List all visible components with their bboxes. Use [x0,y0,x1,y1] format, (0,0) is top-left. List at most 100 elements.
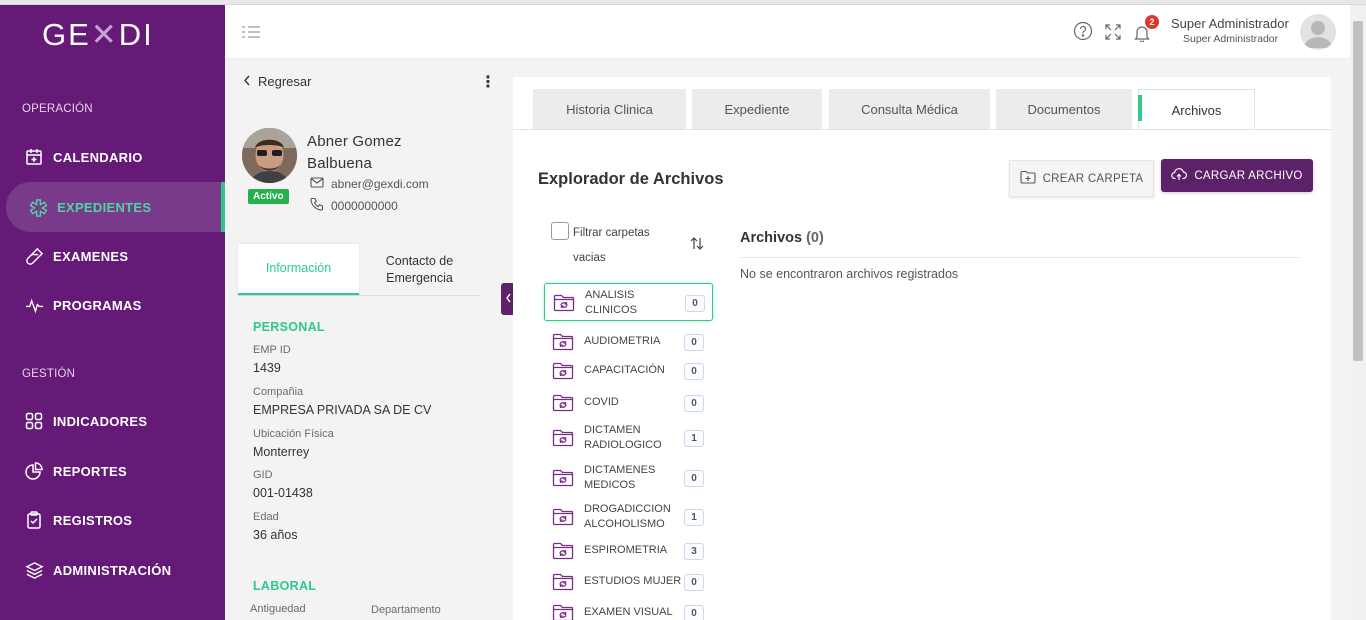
folder-name: ESPIROMETRIA [584,544,668,556]
field-value-emp-id: 1439 [253,361,281,375]
folder-icon [552,429,574,452]
folder-name: ANALISIS CLINICOS [585,289,637,316]
sort-icon[interactable] [690,237,704,255]
calendar-icon [24,147,44,167]
folder-count-badge: 0 [684,470,704,487]
folder-count-badge: 0 [684,395,704,412]
patient-email: abner@gexdi.com [310,177,429,191]
more-options-icon[interactable]: ⋮ [480,72,496,92]
scrollbar-thumb[interactable] [1353,21,1363,361]
field-value-compania: EMPRESA PRIVADA SA DE CV [253,403,432,417]
patient-photo [242,128,297,183]
create-folder-label: CREAR CARPETA [1042,172,1144,185]
sidebar-item-reportes[interactable]: REPORTES [0,446,225,496]
folder-name: DICTAMENES MEDICOS [584,464,656,491]
folder-count-badge: 0 [685,295,705,312]
sidebar-item-expedientes[interactable]: EXPEDIENTES [6,182,225,232]
tab-expediente[interactable]: Expediente [692,89,822,129]
filter-empty-folders-checkbox[interactable] [551,222,569,240]
fullscreen-icon[interactable] [1105,24,1121,45]
files-title-text: Archivos [740,230,803,246]
back-button[interactable]: Regresar [243,74,311,89]
folder-count-badge: 1 [684,509,704,526]
tab-historia-clinica[interactable]: Historia Clinica [533,89,686,129]
create-folder-button[interactable]: CREAR CARPETA [1009,160,1154,197]
folder-icon [552,333,574,356]
folder-name: CAPACITACIÓN [584,364,665,376]
user-role: Super Administrador [1183,33,1279,45]
tab-archivos[interactable]: Archivos [1138,89,1255,130]
folder-count-badge: 0 [684,334,704,351]
sidebar-item-label: ADMINISTRACIÓN [53,562,172,578]
sidebar-item-administracion[interactable]: ADMINISTRACIÓN [0,545,225,595]
clipboard-icon [24,510,44,530]
folder-icon [553,294,575,317]
grid-icon [24,411,44,431]
main-card: Historia Clinica Expediente Consulta Méd… [513,77,1331,620]
folder-icon [552,542,574,565]
sidebar-item-label: PROGRAMAS [53,297,142,313]
sidebar-item-label: REGISTROS [53,512,133,528]
back-label: Regresar [258,74,312,89]
folder-count-badge: 0 [684,363,704,380]
filter-empty-folders-label: Filtrar carpetas vacias [573,227,650,264]
folder-item[interactable]: DICTAMEN RADIOLOGICO 1 [544,420,713,456]
folder-item[interactable]: CAPACITACIÓN 0 [544,359,713,383]
help-icon[interactable] [1073,21,1093,46]
menu-toggle-icon[interactable] [242,25,260,39]
sidebar-item-label: REPORTES [53,463,127,479]
folder-item[interactable]: COVID 0 [544,391,713,415]
folder-name: COVID [584,396,619,408]
sidebar-item-programas[interactable]: PROGRAMAS [0,280,225,330]
sidebar-item-label: CALENDARIO [53,149,143,165]
app-logo[interactable]: GE✕DI [42,17,154,53]
tab-informacion[interactable]: Información [238,244,359,295]
folder-item[interactable]: EXAMEN VISUAL 0 [544,601,713,620]
section-title-personal: PERSONAL [253,320,325,334]
folder-item[interactable]: DROGADICCION ALCOHOLISMO 1 [544,499,713,535]
folder-item[interactable]: ESPIROMETRIA 3 [544,539,713,563]
cloud-upload-icon [1171,167,1194,184]
sidebar-item-indicadores[interactable]: INDICADORES [0,396,225,446]
folder-name: DICTAMEN RADIOLOGICO [584,424,662,451]
folder-name: DROGADICCION ALCOHOLISMO [584,503,671,530]
files-count: (0) [806,230,824,246]
user-avatar[interactable] [1300,14,1336,50]
section-label-operacion: OPERACIÓN [22,103,93,115]
upload-file-label: CARGAR ARCHIVO [1194,169,1303,182]
folder-item[interactable]: ESTUDIOS MUJER 0 [544,570,713,594]
flask-icon [24,246,44,266]
folder-item[interactable]: DICTAMENES MEDICOS 0 [544,460,713,496]
patient-name: Abner Gomez Balbuena [307,133,402,172]
tab-documentos[interactable]: Documentos [996,89,1132,129]
files-title: Archivos (0) [740,230,824,246]
notification-badge: 2 [1145,15,1159,29]
sidebar-item-registros[interactable]: REGISTROS [0,495,225,545]
field-value-edad: 36 años [253,528,298,542]
sidebar-item-calendario[interactable]: CALENDARIO [0,132,225,182]
tab-contacto-emergencia[interactable]: Contacto de Emergencia [359,244,480,295]
folder-count-badge: 3 [684,543,704,560]
folder-item[interactable]: ANALISIS CLINICOS 0 [544,283,713,321]
tab-consulta-medica[interactable]: Consulta Médica [829,89,990,129]
folder-plus-icon [1020,170,1043,187]
sidebar-item-label: INDICADORES [53,413,148,429]
folder-icon [552,573,574,596]
pulse-icon [24,295,44,315]
folder-icon [552,394,574,417]
tabs-divider [513,129,1331,130]
field-value-gid: 001-01438 [253,486,313,500]
section-title-laboral: LABORAL [253,579,317,593]
email-text: abner@gexdi.com [331,177,429,191]
patient-panel: Regresar ⋮ Activo Abner Gomez Balbuena a… [225,59,500,620]
folder-icon [552,362,574,385]
page-scrollbar[interactable] [1350,5,1366,620]
section-label-gestion: GESTIÓN [22,368,76,380]
sidebar-item-examenes[interactable]: EXAMENES [0,231,225,281]
field-label-compania: Compañia [253,386,304,398]
upload-file-button[interactable]: CARGAR ARCHIVO [1161,159,1313,192]
field-label-gid: GID [253,469,273,481]
field-label-antiguedad: Antiguedad [250,603,306,615]
user-name[interactable]: Super Administrador [1171,16,1289,31]
folder-item[interactable]: AUDIOMETRIA 0 [544,330,713,354]
